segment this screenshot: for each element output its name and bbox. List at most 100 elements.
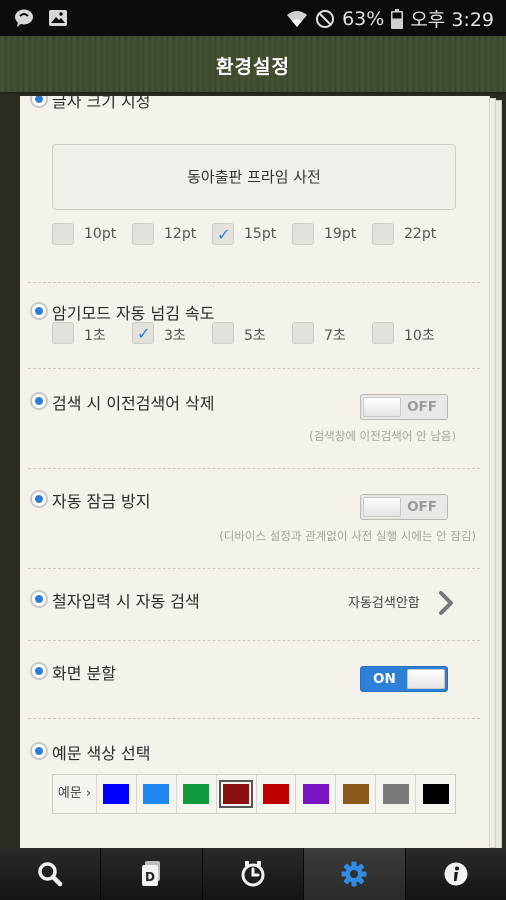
color-swatch: [143, 784, 170, 804]
battery-percent: 63%: [342, 7, 385, 30]
delete-history-toggle[interactable]: OFF: [360, 394, 448, 420]
color-swatch-cell[interactable]: [177, 775, 217, 813]
prevent-lock-hint: (디바이스 설정과 관계없이 사전 실행 시에는 안 잠김): [219, 529, 476, 543]
checkbox-label: 12pt: [164, 226, 197, 242]
auto-search-value[interactable]: 자동검색안함: [348, 592, 420, 611]
radio-auto-search[interactable]: [30, 590, 48, 608]
color-swatch-cell[interactable]: [137, 775, 177, 813]
checkbox-10s[interactable]: [372, 322, 394, 344]
color-swatch: [382, 784, 409, 804]
color-swatch: [302, 784, 329, 804]
color-swatch-cell[interactable]: [97, 775, 137, 813]
color-swatch: [219, 780, 254, 808]
tab-dictionary[interactable]: D: [101, 848, 203, 900]
settings-icon: [341, 861, 367, 887]
check-icon: ✓: [217, 225, 231, 244]
tab-info[interactable]: [406, 848, 506, 900]
prevent-lock-label: 자동 잠금 방지: [52, 492, 151, 511]
page-title: 환경설정: [216, 56, 290, 78]
radio-font-size[interactable]: [30, 96, 48, 108]
prevent-lock-section: 자동 잠금 방지 OFF (디바이스 설정과 관계없이 사전 실행 시에는 안 …: [20, 468, 489, 568]
info-icon: [444, 862, 468, 886]
delete-history-hint: (검색창에 이전검색어 안 남음): [309, 429, 456, 443]
search-icon: [38, 862, 63, 887]
split-screen-toggle[interactable]: ON: [360, 666, 448, 692]
dictionary-icon: D: [141, 861, 160, 886]
color-swatch: [422, 784, 449, 804]
image-icon: [49, 10, 67, 26]
checkbox-5s[interactable]: [212, 322, 234, 344]
checkbox-1s[interactable]: [52, 322, 74, 344]
memorize-speed-section: 암기모드 자동 넘김 속도 1초 ✓ 3초 5초 7초 10초: [20, 282, 489, 366]
delete-history-label: 검색 시 이전검색어 삭제: [52, 394, 215, 413]
title-bar: 환경설정: [0, 36, 506, 94]
clock: 오후 3:29: [410, 9, 494, 31]
font-size-label: 글자 크기 지정: [52, 96, 151, 111]
split-screen-section: 화면 분할 ON: [20, 640, 489, 718]
auto-search-section[interactable]: 철자입력 시 자동 검색 자동검색안함: [20, 568, 489, 640]
font-size-section: 글자 크기 지정 동아출판 프라임 사전 10pt 12pt ✓ 15pt 19…: [20, 96, 489, 282]
radio-split-screen[interactable]: [30, 662, 48, 680]
history-icon: [241, 861, 265, 887]
radio-prevent-lock[interactable]: [30, 490, 48, 508]
example-color-label: 예문 색상 선택: [52, 744, 151, 763]
checkbox-12pt[interactable]: [132, 223, 154, 245]
color-swatch: [103, 784, 130, 804]
toggle-state: OFF: [407, 399, 437, 415]
color-swatch: [263, 784, 289, 804]
example-color-section: 예문 색상 선택 예문 ›: [20, 718, 489, 848]
checkbox-19pt[interactable]: [292, 223, 314, 245]
tab-settings[interactable]: [304, 848, 406, 900]
palette-prefix: 예문 ›: [53, 775, 97, 813]
chevron-right-icon[interactable]: [436, 590, 456, 616]
bottom-nav: D: [0, 848, 506, 900]
checkbox-label: 7초: [324, 328, 346, 344]
color-swatch-cell[interactable]: [416, 775, 455, 813]
tab-history[interactable]: [203, 848, 305, 900]
color-swatch: [342, 784, 369, 804]
delete-history-section: 검색 시 이전검색어 삭제 OFF (검색창에 이전검색어 안 남음): [20, 368, 489, 466]
checkbox-label: 15pt: [244, 226, 277, 242]
checkbox-label: 22pt: [404, 226, 437, 242]
battery-icon: [391, 8, 404, 29]
status-bar: 63% 오후 3:29: [0, 0, 506, 36]
toggle-knob: [407, 669, 445, 689]
prevent-lock-toggle[interactable]: OFF: [360, 494, 448, 520]
dictionary-selector[interactable]: 동아출판 프라임 사전: [52, 144, 456, 210]
toggle-knob: [363, 397, 401, 417]
checkbox-10pt[interactable]: [52, 223, 74, 245]
chat-icon: [15, 9, 33, 27]
color-swatch-cell[interactable]: [257, 775, 297, 813]
color-palette: 예문 ›: [52, 774, 456, 814]
radio-delete-history[interactable]: [30, 392, 48, 410]
checkbox-7s[interactable]: [292, 322, 314, 344]
toggle-state: ON: [373, 671, 396, 687]
tab-search[interactable]: [0, 848, 102, 900]
color-swatch-cell[interactable]: [217, 775, 257, 813]
color-swatch: [183, 784, 210, 804]
settings-page[interactable]: 글자 크기 지정 동아출판 프라임 사전 10pt 12pt ✓ 15pt 19…: [20, 96, 490, 848]
do-not-disturb-icon: [316, 9, 335, 28]
checkbox-label: 1초: [84, 328, 106, 344]
color-swatch-cell[interactable]: [376, 775, 417, 813]
checkbox-label: 19pt: [324, 226, 357, 242]
checkbox-3s[interactable]: ✓: [132, 322, 154, 344]
memorize-speed-label: 암기모드 자동 넘김 속도: [52, 304, 215, 323]
split-screen-label: 화면 분할: [52, 664, 116, 683]
checkbox-label: 5초: [244, 328, 266, 344]
checkbox-22pt[interactable]: [372, 223, 394, 245]
toggle-state: OFF: [407, 499, 437, 515]
checkbox-label: 10pt: [84, 226, 117, 242]
color-swatch-cell[interactable]: [296, 775, 337, 813]
checkbox-15pt[interactable]: ✓: [212, 223, 234, 245]
toggle-knob: [363, 497, 401, 517]
color-swatch-cell[interactable]: [336, 775, 377, 813]
radio-memorize-speed[interactable]: [30, 302, 48, 320]
check-icon: ✓: [137, 324, 151, 343]
radio-example-color[interactable]: [30, 742, 48, 760]
auto-search-label: 철자입력 시 자동 검색: [52, 592, 200, 611]
wifi-icon: [287, 10, 308, 27]
checkbox-label: 10초: [404, 328, 435, 344]
svg-text:D: D: [145, 870, 155, 884]
checkbox-label: 3초: [164, 328, 186, 344]
